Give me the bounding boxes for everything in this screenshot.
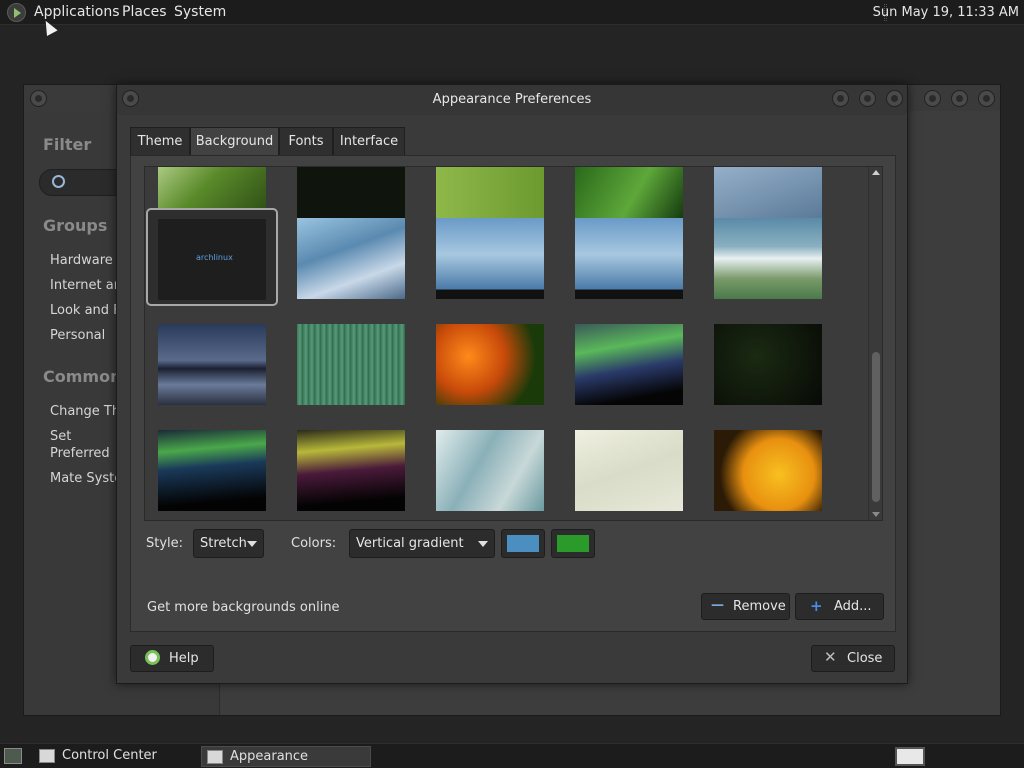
selected-background-thumbnail[interactable]: archlinux [146,208,278,306]
colors-select[interactable]: Vertical gradient [349,529,495,558]
close-icon[interactable] [886,90,903,107]
background-thumbnail[interactable] [158,430,266,511]
maximize-icon[interactable] [859,90,876,107]
filter-heading: Filter [43,135,92,154]
places-menu[interactable]: Places [122,4,167,20]
scroll-up-arrow-icon[interactable] [872,170,880,175]
groups-heading: Groups [43,216,108,235]
task-change-theme[interactable]: Change Theme [50,403,120,420]
show-desktop-icon[interactable] [4,748,22,764]
background-thumbnail[interactable] [714,167,822,219]
bottom-panel: Control Center Appearance Prefere... [0,743,1024,768]
task-appearance-preferences[interactable]: Appearance Prefere... [201,746,371,767]
archlinux-wallpaper: archlinux [158,219,266,300]
appearance-preferences-dialog: Appearance Preferences Theme Background … [116,84,908,684]
close-icon[interactable] [978,90,995,107]
task-system-monitor[interactable]: Mate System Monitor [50,470,120,487]
plus-icon: + [810,597,823,615]
system-menu[interactable]: System [174,4,226,20]
background-thumbnail[interactable] [714,324,822,405]
thumbnail-scrollbar[interactable] [868,167,882,520]
get-more-backgrounds-link[interactable]: Get more backgrounds online [147,600,340,615]
background-thumbnail[interactable] [436,430,544,511]
colors-select-value: Vertical gradient [356,536,464,551]
primary-color-swatch [507,535,539,552]
background-thumbnail[interactable] [297,167,405,219]
mate-logo-icon[interactable] [7,3,26,22]
background-thumbnail[interactable] [297,324,405,405]
group-item-hardware[interactable]: Hardware [50,252,120,269]
add-button[interactable]: + Add... [795,593,884,620]
help-button[interactable]: Help [130,645,214,672]
group-item-personal[interactable]: Personal [50,327,120,344]
style-select[interactable]: Stretch [193,529,264,558]
background-thumbnail[interactable] [714,430,822,511]
group-item-look-and-feel[interactable]: Look and Feel [50,302,120,319]
tab-background[interactable]: Background [190,127,279,156]
search-icon [52,175,65,188]
top-panel: Applications Places System Sun May 19, 1… [0,0,1024,25]
secondary-color-button[interactable] [551,529,595,558]
background-thumbnail[interactable] [436,218,544,299]
primary-color-button[interactable] [501,529,545,558]
help-lifebuoy-icon [145,650,160,665]
scrollbar-thumb[interactable] [872,352,880,502]
window-menu-icon[interactable] [30,90,47,107]
background-thumbnail[interactable] [575,324,683,405]
chevron-down-icon [478,541,488,547]
minus-icon: — [711,598,724,613]
chevron-down-icon [247,541,257,547]
tab-interface[interactable]: Interface [333,127,405,155]
minimize-icon[interactable] [832,90,849,107]
background-thumbnail[interactable] [714,218,822,299]
clock[interactable]: Sun May 19, 11:33 AM [873,5,1019,20]
scroll-down-arrow-icon[interactable] [872,512,880,517]
background-thumbnail[interactable] [297,218,405,299]
appearance-icon [207,750,223,764]
background-thumbnail[interactable] [575,218,683,299]
maximize-icon[interactable] [951,90,968,107]
task-control-center[interactable]: Control Center [34,746,196,767]
style-select-value: Stretch [200,536,247,551]
tab-theme[interactable]: Theme [130,127,190,155]
remove-button[interactable]: — Remove [701,593,790,620]
minimize-icon[interactable] [924,90,941,107]
background-thumbnail[interactable] [297,430,405,511]
style-label: Style: [146,536,184,551]
applications-menu[interactable]: Applications [34,4,120,20]
background-thumbnail[interactable] [436,324,544,405]
secondary-color-swatch [557,535,589,552]
background-thumbnail-grid[interactable]: archlinux [144,166,883,521]
archlinux-logo-text: archlinux [196,253,233,262]
background-thumbnail[interactable] [158,324,266,405]
close-x-icon: ✕ [824,648,837,666]
dialog-titlebar[interactable]: Appearance Preferences [117,85,907,115]
background-thumbnail[interactable] [436,167,544,219]
control-center-icon [39,749,55,763]
colors-label: Colors: [291,536,337,551]
background-tab-panel: archlinux Style: Stretch Colors: Vertica… [130,155,896,632]
tab-fonts[interactable]: Fonts [279,127,333,155]
background-thumbnail[interactable] [575,167,683,219]
group-item-internet[interactable]: Internet and Network [50,277,120,294]
task-preferred-applications[interactable]: Set Preferred Applications [50,428,118,462]
workspace-switcher-icon[interactable] [895,747,925,766]
dialog-title: Appearance Preferences [432,92,592,107]
background-thumbnail[interactable] [575,430,683,511]
close-button[interactable]: ✕ Close [811,645,895,672]
